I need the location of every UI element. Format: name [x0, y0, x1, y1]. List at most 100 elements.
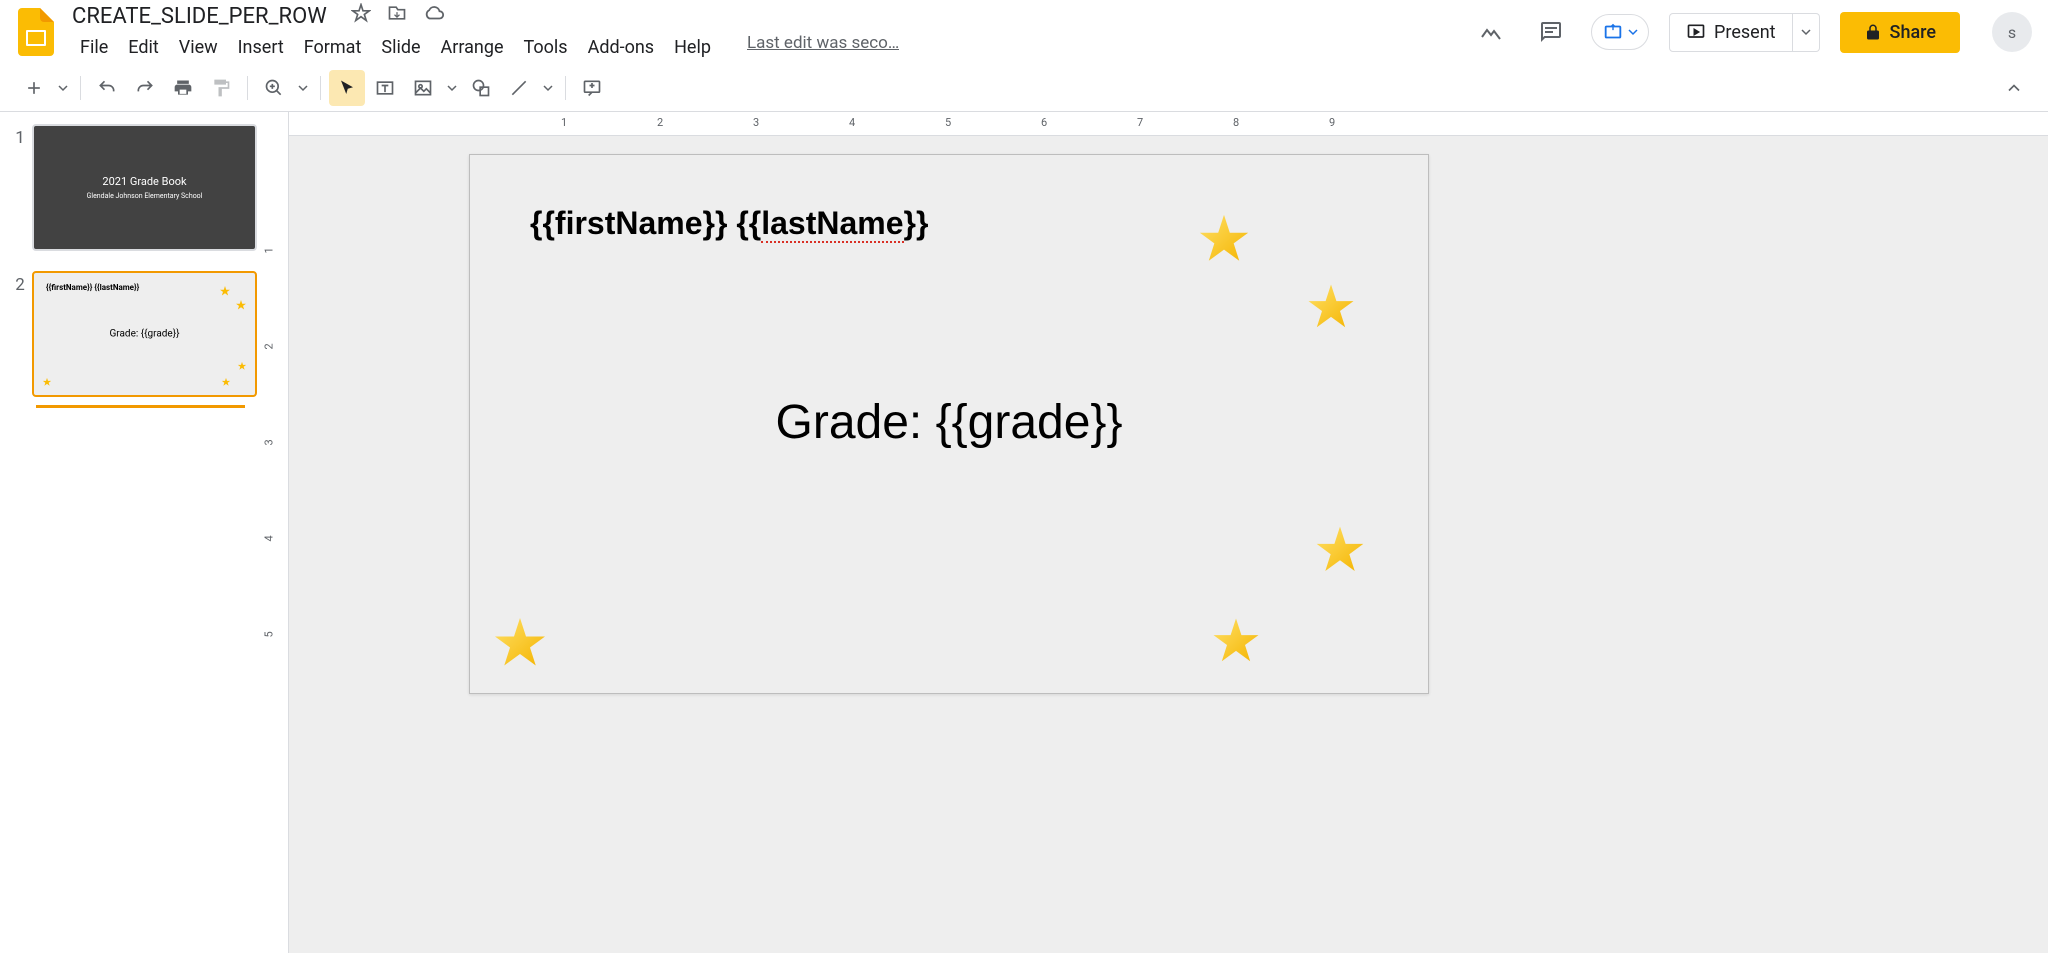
image-dropdown[interactable] — [443, 70, 461, 106]
slides-logo[interactable] — [16, 12, 56, 52]
slide-thumbnail-row: 1 2021 Grade Book Glendale Johnson Eleme… — [8, 124, 257, 251]
dropdown-icon — [1801, 27, 1811, 37]
horizontal-ruler[interactable]: 1 2 3 4 5 6 7 8 9 — [289, 112, 2048, 136]
present-button[interactable]: Present — [1669, 13, 1793, 52]
share-button[interactable]: Share — [1840, 12, 1960, 53]
present-icon — [1686, 22, 1706, 42]
shape-tool[interactable] — [463, 70, 499, 106]
ruler-tick: 8 — [1233, 116, 1239, 129]
last-edit-text[interactable]: Last edit was seco… — [747, 33, 899, 62]
header-right: Present Share s — [1471, 12, 2032, 53]
menubar: File Edit View Insert Format Slide Arran… — [64, 33, 1471, 62]
canvas-area: 1 2 3 4 5 1 2 3 4 5 6 7 8 9 {{firstName}… — [265, 112, 2048, 953]
comment-tool[interactable] — [574, 70, 610, 106]
zoom-button[interactable] — [256, 70, 292, 106]
present-button-group: Present — [1669, 13, 1820, 52]
account-avatar[interactable]: s — [1992, 12, 2032, 52]
document-title[interactable]: CREATE_SLIDE_PER_ROW — [64, 2, 335, 31]
star-icon[interactable] — [351, 3, 371, 23]
print-button[interactable] — [165, 70, 201, 106]
slide-thumbnail-1[interactable]: 2021 Grade Book Glendale Johnson Element… — [32, 124, 257, 251]
menu-slide[interactable]: Slide — [373, 33, 428, 62]
share-label: Share — [1890, 22, 1936, 43]
star-icon[interactable] — [1195, 210, 1253, 268]
redo-button[interactable] — [127, 70, 163, 106]
slide-grade-text[interactable]: Grade: {{grade}} — [776, 395, 1123, 450]
slide-thumbnail-row: 2 {{firstName}} {{lastName}} Grade: {{gr… — [8, 271, 257, 398]
vertical-ruler[interactable]: 1 2 3 4 5 — [265, 112, 289, 953]
star-icon — [221, 377, 231, 387]
toolbar — [0, 64, 2048, 112]
paint-format-button[interactable] — [203, 70, 239, 106]
star-icon[interactable] — [1304, 280, 1358, 334]
star-icon — [235, 299, 247, 311]
menu-arrange[interactable]: Arrange — [433, 33, 512, 62]
menu-addons[interactable]: Add-ons — [580, 33, 663, 62]
present-label: Present — [1714, 22, 1776, 43]
thumb-title: 2021 Grade Book — [102, 175, 186, 188]
app-header: CREATE_SLIDE_PER_ROW File Edit View Inse… — [0, 0, 2048, 64]
star-icon — [219, 285, 231, 297]
menu-tools[interactable]: Tools — [516, 33, 576, 62]
slide-thumbnail-2[interactable]: {{firstName}} {{lastName}} Grade: {{grad… — [32, 271, 257, 398]
dropdown-icon — [1628, 27, 1638, 37]
ruler-tick: 1 — [263, 247, 276, 253]
menu-insert[interactable]: Insert — [230, 33, 292, 62]
menu-file[interactable]: File — [72, 33, 116, 62]
slideshow-button[interactable] — [1591, 14, 1649, 50]
ruler-tick: 6 — [1041, 116, 1047, 129]
ruler-tick: 5 — [263, 631, 276, 637]
star-icon[interactable] — [490, 613, 550, 673]
ruler-tick: 7 — [1137, 116, 1143, 129]
image-tool[interactable] — [405, 70, 441, 106]
activity-icon[interactable] — [1471, 12, 1511, 52]
star-icon — [42, 377, 52, 387]
star-icon[interactable] — [1312, 522, 1368, 578]
ruler-tick: 5 — [945, 116, 951, 129]
canvas-main: 1 2 3 4 5 6 7 8 9 {{firstName}} {{lastNa… — [289, 112, 2048, 953]
lock-icon — [1864, 23, 1882, 41]
thumb-subtitle: Glendale Johnson Elementary School — [87, 192, 203, 200]
slide-title-text[interactable]: {{firstName}} {{lastName}} — [530, 205, 928, 242]
title-area: CREATE_SLIDE_PER_ROW File Edit View Inse… — [64, 2, 1471, 62]
separator — [320, 76, 321, 100]
ruler-tick: 2 — [263, 343, 276, 349]
new-slide-dropdown[interactable] — [54, 70, 72, 106]
workspace: 1 2021 Grade Book Glendale Johnson Eleme… — [0, 112, 2048, 953]
slide-number: 1 — [8, 124, 32, 251]
textbox-tool[interactable] — [367, 70, 403, 106]
new-slide-button[interactable] — [16, 70, 52, 106]
menu-help[interactable]: Help — [666, 33, 719, 62]
select-tool[interactable] — [329, 70, 365, 106]
separator — [247, 76, 248, 100]
ruler-tick: 2 — [657, 116, 663, 129]
line-dropdown[interactable] — [539, 70, 557, 106]
zoom-dropdown[interactable] — [294, 70, 312, 106]
menu-format[interactable]: Format — [296, 33, 370, 62]
ruler-tick: 4 — [849, 116, 855, 129]
separator — [565, 76, 566, 100]
filmstrip: 1 2021 Grade Book Glendale Johnson Eleme… — [0, 112, 265, 953]
ruler-tick: 4 — [263, 535, 276, 541]
selection-indicator — [36, 405, 245, 408]
separator — [80, 76, 81, 100]
undo-button[interactable] — [89, 70, 125, 106]
slide-number: 2 — [8, 271, 32, 398]
thumb-name: {{firstName}} {{lastName}} — [46, 283, 139, 292]
comments-icon[interactable] — [1531, 12, 1571, 52]
thumb-grade: Grade: {{grade}} — [109, 328, 179, 339]
move-icon[interactable] — [387, 3, 407, 23]
slide-canvas[interactable]: {{firstName}} {{lastName}} Grade: {{grad… — [469, 154, 1429, 694]
line-tool[interactable] — [501, 70, 537, 106]
menu-view[interactable]: View — [171, 33, 226, 62]
cloud-icon[interactable] — [423, 2, 445, 24]
ruler-tick: 3 — [753, 116, 759, 129]
ruler-tick: 3 — [263, 439, 276, 445]
hide-menus-button[interactable] — [1996, 70, 2032, 106]
present-dropdown[interactable] — [1793, 13, 1820, 52]
menu-edit[interactable]: Edit — [120, 33, 166, 62]
star-icon[interactable] — [1209, 614, 1263, 668]
ruler-tick: 1 — [561, 116, 567, 129]
star-icon — [237, 361, 247, 371]
ruler-tick: 9 — [1329, 116, 1335, 129]
